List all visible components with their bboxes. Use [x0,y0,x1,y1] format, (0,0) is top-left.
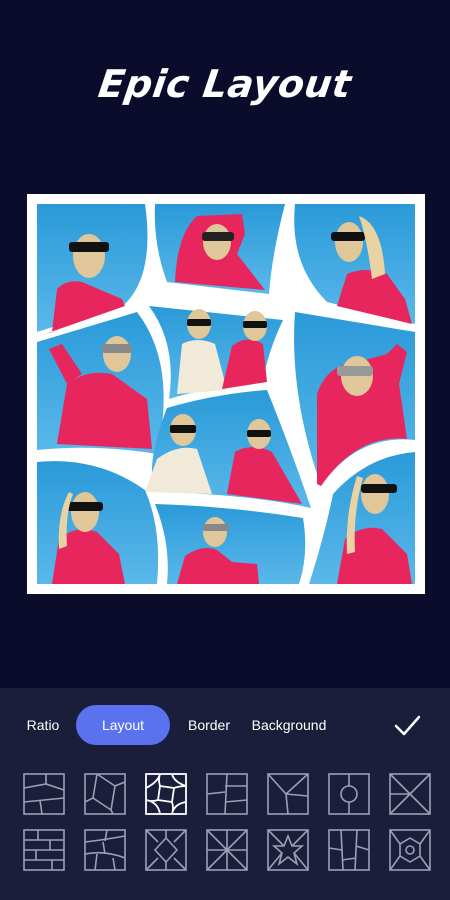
page-title: Epic Layout [95,62,355,106]
grid-layout-13-icon[interactable] [327,828,371,872]
photo-cell-5[interactable] [149,306,283,399]
photo-cell-2[interactable] [154,204,285,294]
grid-layout-1-icon[interactable] [22,772,66,816]
photo-cell-7[interactable] [145,390,311,508]
photo-cell-3[interactable] [294,204,415,324]
grid-layout-7-icon[interactable] [388,772,432,816]
grid-layout-3-icon[interactable] [144,772,188,816]
grid-layout-9-icon[interactable] [83,828,127,872]
grid-layout-6-icon[interactable] [327,772,371,816]
toolbar-tabs: Ratio Layout Border Background [0,705,450,745]
tab-layout[interactable]: Layout [76,705,170,745]
grid-layout-2-icon[interactable] [83,772,127,816]
grid-layout-14-icon[interactable] [388,828,432,872]
photo-cell-8[interactable] [37,461,159,584]
tab-background[interactable]: Background [244,705,334,745]
check-icon[interactable] [391,709,423,741]
tab-border[interactable]: Border [178,705,240,745]
grid-layout-4-icon[interactable] [205,772,249,816]
grid-layout-8-icon[interactable] [22,828,66,872]
grid-layout-11-icon[interactable] [205,828,249,872]
grid-layout-10-icon[interactable] [144,828,188,872]
photo-collage[interactable] [27,194,425,594]
grid-layout-5-icon[interactable] [266,772,310,816]
photo-cell-4[interactable] [37,312,164,454]
tab-ratio[interactable]: Ratio [16,705,70,745]
photo-cell-9[interactable] [155,504,306,584]
grid-layout-12-icon[interactable] [266,828,310,872]
layout-thumbnails [0,770,450,880]
